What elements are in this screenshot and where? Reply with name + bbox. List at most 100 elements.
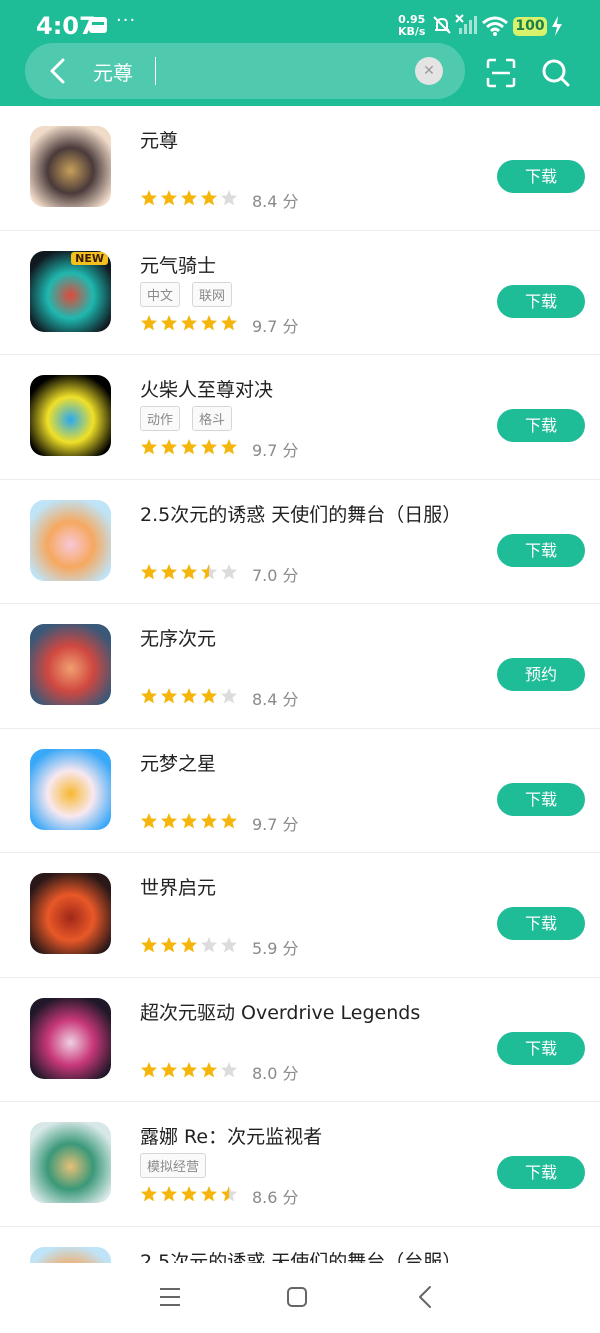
app-score: 8.6 分 [252, 1188, 299, 1207]
app-name[interactable]: 2.5次元的诱惑 天使们的舞台（台服） [140, 1247, 461, 1264]
wifi-icon [482, 16, 508, 36]
app-list-item[interactable]: 超次元驱动 Overdrive Legends 8.0 分 下载 [0, 978, 600, 1102]
download-button[interactable]: 下载 [497, 1156, 585, 1189]
more-notifications-icon: ··· [116, 10, 137, 31]
star-icon [141, 688, 157, 704]
app-score: 8.0 分 [252, 1063, 299, 1083]
network-speed: 0.95 KB/s [398, 14, 425, 38]
app-name[interactable]: 元尊 [140, 126, 178, 153]
app-icon[interactable]: NEW [30, 250, 111, 332]
app-tags: 中文 联网 [140, 281, 233, 307]
app-name[interactable]: 露娜 Re：次元监视者 [140, 1122, 322, 1149]
app-list-item[interactable]: 2.5次元的诱惑 天使们的舞台（台服） [0, 1227, 600, 1264]
app-icon[interactable] [30, 997, 111, 1079]
app-list-item[interactable]: 世界启元 5.9 分 下载 [0, 853, 600, 978]
star-icon [221, 439, 237, 455]
app-name[interactable]: 世界启元 [140, 873, 216, 900]
mail-notification-icon [89, 17, 107, 33]
star-icon [141, 937, 157, 953]
download-button[interactable]: 下载 [497, 284, 585, 318]
home-icon[interactable] [285, 1285, 309, 1309]
star-icon [201, 1061, 217, 1077]
download-button[interactable]: 下载 [497, 160, 585, 193]
star-icon [201, 688, 217, 704]
download-button[interactable]: 下载 [497, 533, 585, 567]
new-badge: NEW [71, 251, 108, 265]
rating-stars [140, 438, 238, 456]
app-header: 4:07 ··· 0.95 KB/s 100 元尊 ✕ [0, 0, 600, 106]
reserve-button[interactable]: 预约 [497, 658, 585, 691]
star-icon [181, 688, 197, 704]
search-bar: ✕ [25, 43, 465, 99]
app-score: 8.4 分 [252, 192, 299, 211]
back-arrow-icon[interactable] [39, 51, 79, 91]
search-input[interactable] [93, 56, 413, 86]
back-icon[interactable] [414, 1285, 438, 1309]
network-speed-unit: KB/s [398, 25, 426, 38]
star-icon [201, 190, 217, 206]
app-icon[interactable] [30, 748, 111, 830]
star-icon [161, 314, 177, 330]
star-icon [201, 812, 217, 828]
star-icon [181, 314, 197, 330]
app-list-item[interactable]: 火柴人至尊对决 动作 格斗 9.7 分 下载 [0, 355, 600, 480]
star-icon [201, 439, 217, 455]
app-list-item[interactable]: NEW 元气骑士 中文 联网 9.7 分 下载 [0, 231, 600, 355]
star-icon [161, 937, 177, 953]
star-icon [221, 1186, 237, 1202]
download-button[interactable]: 下载 [497, 907, 585, 940]
app-name[interactable]: 元气骑士 [140, 251, 216, 278]
star-icon [161, 688, 177, 704]
app-icon[interactable] [30, 873, 111, 954]
star-icon [161, 190, 177, 206]
app-score: 9.7 分 [252, 814, 299, 834]
star-icon [221, 1061, 237, 1077]
charging-bolt-icon [552, 16, 562, 36]
star-icon [161, 812, 177, 828]
download-button[interactable]: 下载 [497, 409, 585, 442]
app-list-item[interactable]: 2.5次元的诱惑 天使们的舞台（日服） 7.0 分 下载 [0, 480, 600, 604]
download-button[interactable]: 下载 [497, 1031, 585, 1065]
star-icon [221, 812, 237, 828]
app-name[interactable]: 无序次元 [140, 624, 216, 651]
app-icon[interactable] [30, 624, 111, 705]
star-icon [141, 1061, 157, 1077]
star-icon [181, 1061, 197, 1077]
app-name[interactable]: 2.5次元的诱惑 天使们的舞台（日服） [140, 500, 461, 527]
rating-stars [140, 563, 238, 581]
cell-signal-icon [455, 14, 477, 34]
app-icon[interactable] [30, 375, 111, 456]
app-icon[interactable] [30, 1122, 111, 1203]
app-name[interactable]: 超次元驱动 Overdrive Legends [140, 998, 420, 1025]
app-icon[interactable] [30, 1246, 111, 1263]
app-list-item[interactable]: 元尊 8.4 分 下载 [0, 106, 600, 231]
search-icon[interactable] [541, 58, 571, 88]
app-list-item[interactable]: 元梦之星 9.7 分 下载 [0, 729, 600, 853]
scan-icon[interactable] [486, 58, 516, 88]
app-score: 9.7 分 [252, 441, 299, 460]
search-results-list[interactable]: 元尊 8.4 分下载 NEW 元气骑士 中文 联网 9.7 分下载 火柴人至尊对决 动作 格斗 9.… [0, 106, 600, 1263]
download-button[interactable]: 下载 [497, 782, 585, 816]
star-icon [161, 563, 177, 579]
star-icon [161, 1061, 177, 1077]
star-icon [221, 937, 237, 953]
app-name[interactable]: 火柴人至尊对决 [140, 375, 273, 402]
rating-stars [140, 189, 238, 207]
battery-level: 100 [513, 17, 547, 36]
app-icon[interactable] [30, 499, 111, 581]
star-icon [221, 688, 237, 704]
app-name[interactable]: 元梦之星 [140, 749, 216, 776]
app-list-item[interactable]: 无序次元 8.4 分 预约 [0, 604, 600, 729]
status-time: 4:07 [36, 12, 96, 40]
rating-stars [140, 687, 238, 705]
app-list-item[interactable]: 露娜 Re：次元监视者 模拟经营 8.6 分 下载 [0, 1102, 600, 1227]
star-icon [221, 314, 237, 330]
app-tag: 联网 [192, 281, 233, 307]
text-cursor [155, 57, 156, 85]
star-icon [201, 1186, 217, 1202]
app-tags: 模拟经营 [140, 1153, 207, 1178]
star-icon [181, 937, 197, 953]
clear-search-icon[interactable]: ✕ [415, 57, 443, 85]
menu-icon[interactable] [158, 1285, 182, 1309]
app-icon[interactable] [30, 126, 111, 207]
